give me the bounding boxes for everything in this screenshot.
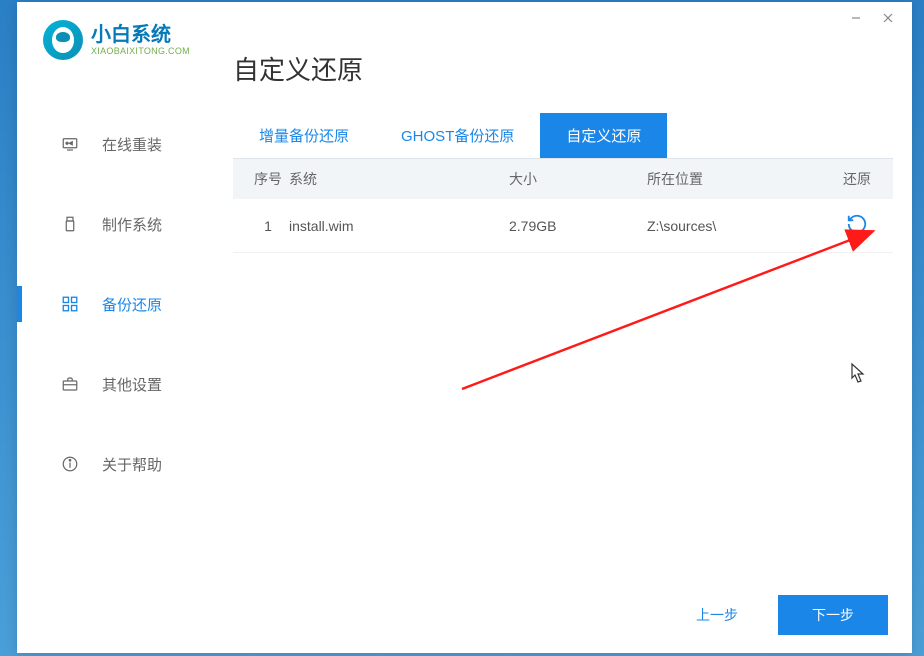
cell-system: install.wim <box>289 218 509 234</box>
sidebar-item-label: 其他设置 <box>102 374 162 395</box>
sidebar-item-backup-restore[interactable]: 备份还原 <box>17 264 217 344</box>
logo: 小白系统 XIAOBAIXITONG.COM <box>43 20 190 60</box>
tab-ghost-backup[interactable]: GHOST备份还原 <box>375 113 540 158</box>
cell-location: Z:\sources\ <box>647 218 835 234</box>
close-button[interactable] <box>872 4 904 32</box>
sidebar-item-make-system[interactable]: 制作系统 <box>17 184 217 264</box>
logo-subtitle: XIAOBAIXITONG.COM <box>91 46 190 56</box>
tab-custom-restore[interactable]: 自定义还原 <box>540 113 667 158</box>
table-row[interactable]: 1 install.wim 2.79GB Z:\sources\ <box>233 199 893 253</box>
sidebar-item-about-help[interactable]: 关于帮助 <box>17 424 217 504</box>
restore-table: 序号 系统 大小 所在位置 还原 1 install.wim 2.79GB Z:… <box>233 159 893 253</box>
next-button[interactable]: 下一步 <box>778 595 888 635</box>
sidebar-item-label: 备份还原 <box>102 294 162 315</box>
sidebar-item-label: 关于帮助 <box>102 454 162 475</box>
logo-title: 小白系统 <box>91 24 190 46</box>
table-header: 序号 系统 大小 所在位置 还原 <box>233 159 893 199</box>
sidebar-item-other-settings[interactable]: 其他设置 <box>17 344 217 424</box>
th-size: 大小 <box>509 169 647 189</box>
logo-icon <box>43 20 83 60</box>
restore-icon[interactable] <box>846 213 868 235</box>
th-restore: 还原 <box>835 169 879 189</box>
sidebar-item-label: 制作系统 <box>102 214 162 235</box>
footer-buttons: 上一步 下一步 <box>670 595 888 635</box>
th-index: 序号 <box>247 169 289 189</box>
minimize-button[interactable] <box>840 4 872 32</box>
monitor-icon <box>60 134 80 154</box>
cell-index: 1 <box>247 218 289 234</box>
application-window: 小白系统 XIAOBAIXITONG.COM 在线重装 制作系统 备份还原 <box>17 2 912 653</box>
briefcase-icon <box>60 374 80 394</box>
tab-incremental-backup[interactable]: 增量备份还原 <box>233 113 375 158</box>
sidebar-item-online-reinstall[interactable]: 在线重装 <box>17 104 217 184</box>
th-system: 系统 <box>289 169 509 189</box>
sidebar-item-label: 在线重装 <box>102 134 162 155</box>
th-location: 所在位置 <box>647 169 835 189</box>
page-title: 自定义还原 <box>233 36 912 113</box>
cell-size: 2.79GB <box>509 218 647 234</box>
prev-button[interactable]: 上一步 <box>670 595 764 635</box>
grid-icon <box>60 294 80 314</box>
tabs: 增量备份还原 GHOST备份还原 自定义还原 <box>233 113 893 159</box>
info-icon <box>60 454 80 474</box>
main-content: 自定义还原 增量备份还原 GHOST备份还原 自定义还原 序号 系统 大小 所在… <box>233 36 912 653</box>
sidebar: 在线重装 制作系统 备份还原 其他设置 关于帮助 <box>17 104 217 504</box>
usb-icon <box>60 214 80 234</box>
